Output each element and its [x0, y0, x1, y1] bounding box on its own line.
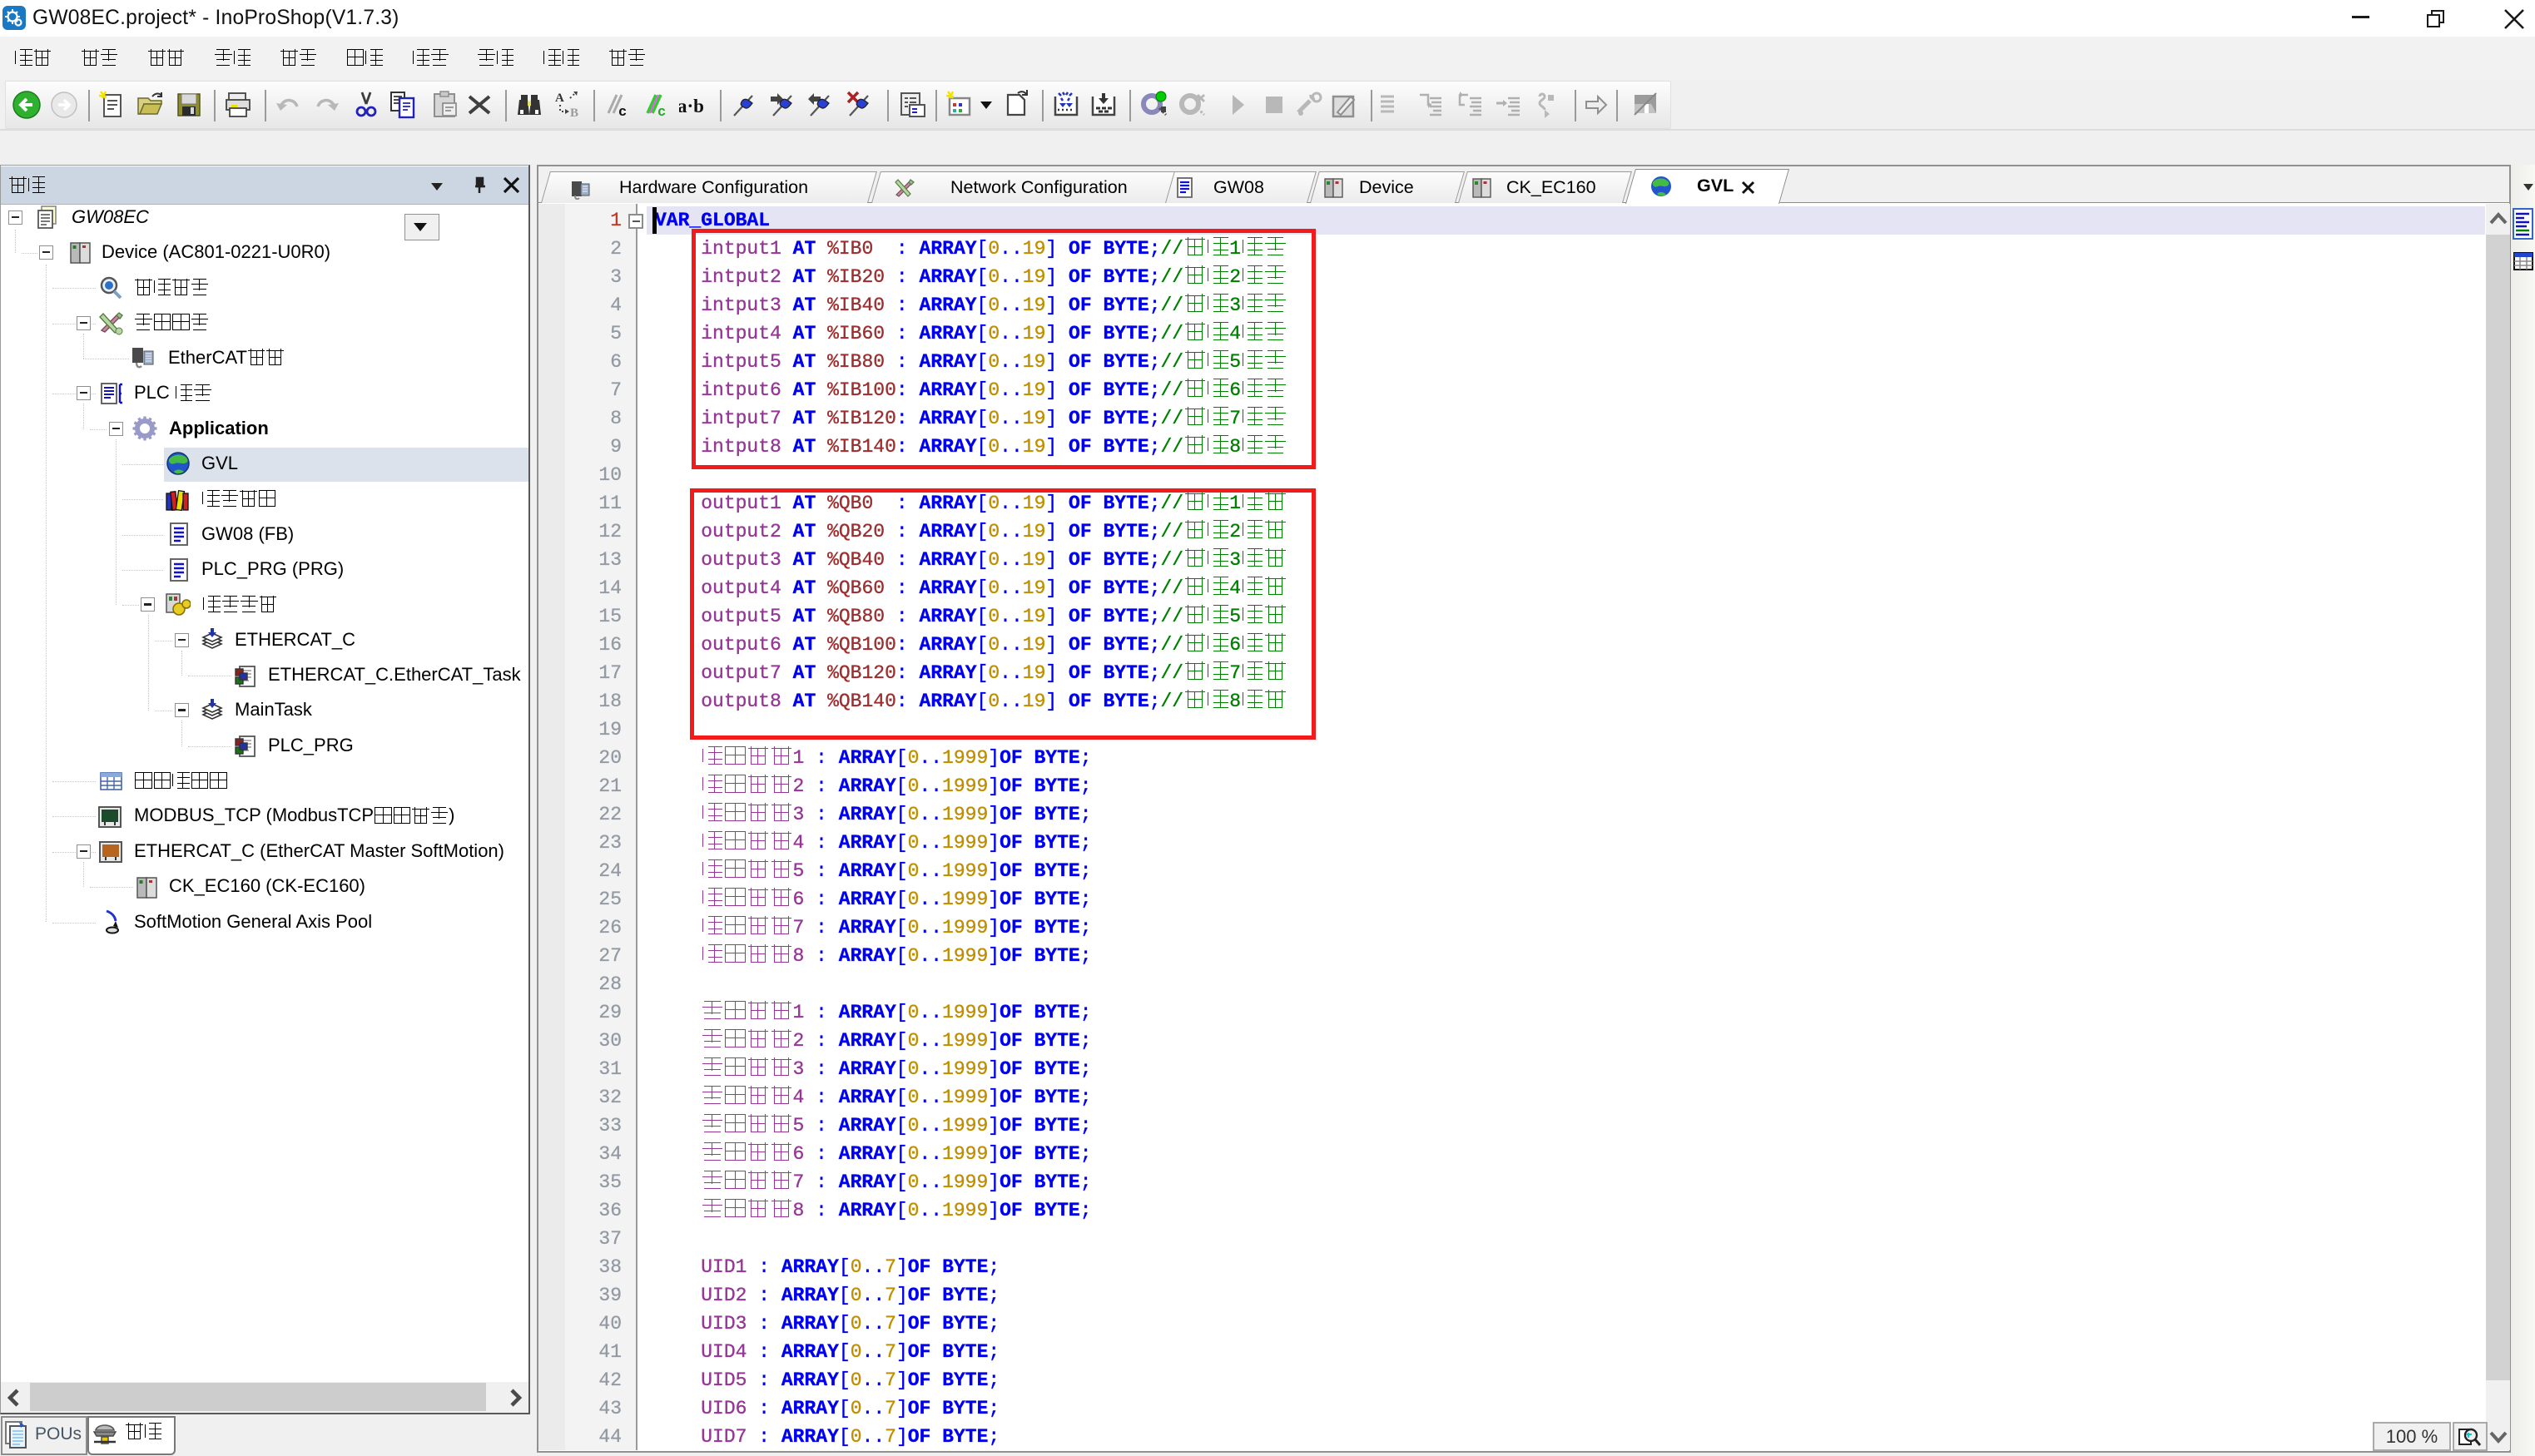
svg-text:A: A [555, 92, 564, 105]
